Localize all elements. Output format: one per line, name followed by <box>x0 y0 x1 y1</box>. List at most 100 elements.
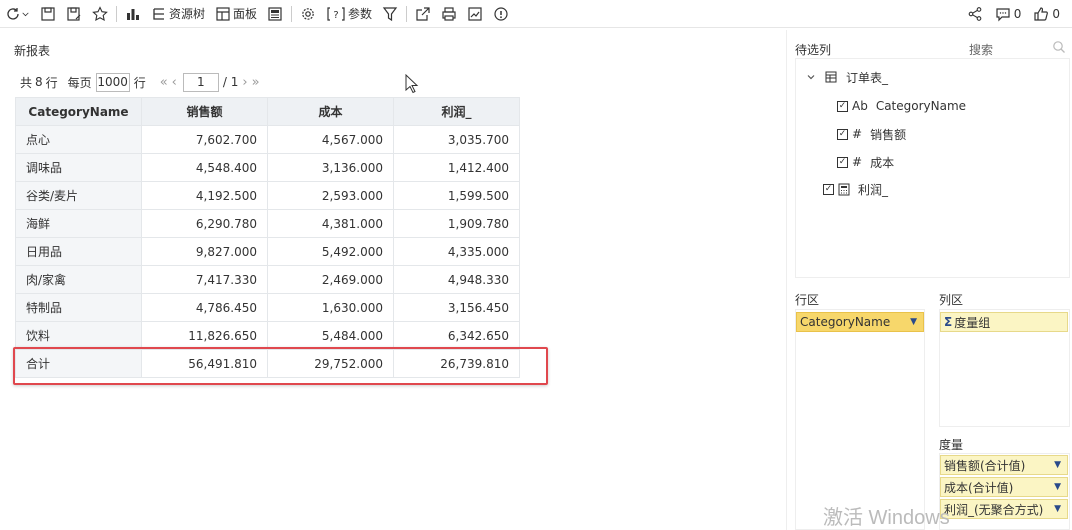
table-cell: 4,381.000 <box>267 209 394 238</box>
table-icon <box>825 71 837 83</box>
column-header[interactable]: 销售额 <box>141 97 268 126</box>
table-cell: 4,548.400 <box>141 153 268 182</box>
total-cell: 29,752.000 <box>267 349 394 378</box>
resource-tree-button[interactable]: 资源树 <box>146 2 210 26</box>
checkbox[interactable]: ✓ <box>823 183 834 195</box>
panel-divider <box>786 30 787 530</box>
measure-chip[interactable]: 销售额(合计值) ▼ <box>940 455 1068 475</box>
tree-node-table[interactable]: 订单表_ <box>806 68 888 86</box>
table-row: 饮料 11,826.650 5,484.000 6,342.650 <box>15 321 520 350</box>
settings-button[interactable] <box>295 2 321 26</box>
table-row: 点心 7,602.700 4,567.000 3,035.700 <box>15 125 520 154</box>
export-button[interactable] <box>410 2 436 26</box>
snapshot-button[interactable] <box>462 2 488 26</box>
table-row: 谷类/麦片 4,192.500 2,593.000 1,599.500 <box>15 181 520 210</box>
table-cell: 谷类/麦片 <box>15 181 142 210</box>
tree-icon <box>153 7 164 20</box>
column-chip-measure-group[interactable]: Σ 度量组 <box>940 312 1068 332</box>
row-zone-label: 行区 <box>795 293 820 307</box>
table-cell: 1,909.780 <box>393 209 520 238</box>
row-zone[interactable] <box>795 309 925 530</box>
per-page-label: 每页 <box>67 75 92 90</box>
total-rows: 8 <box>35 75 43 89</box>
measure-chip[interactable]: 成本(合计值) ▼ <box>940 477 1068 497</box>
save-as-icon <box>67 6 81 21</box>
mouse-cursor-icon <box>405 74 419 94</box>
chip-label: 成本(合计值) <box>944 480 1014 495</box>
toolbar-divider <box>291 5 293 22</box>
table-cell: 1,630.000 <box>267 293 394 322</box>
column-header[interactable]: 利润_ <box>393 97 520 126</box>
column-zone-label: 列区 <box>939 293 964 307</box>
chevron-down-icon[interactable]: ▼ <box>1054 460 1061 470</box>
measure-chip[interactable]: 利润_(无聚合方式) ▼ <box>940 499 1068 519</box>
toolbar-divider <box>116 5 117 22</box>
print-button[interactable] <box>436 2 462 26</box>
info-button[interactable] <box>488 2 514 26</box>
field-label: 成本 <box>870 155 895 170</box>
like-button[interactable]: 0 <box>1027 2 1066 26</box>
save-as-button[interactable] <box>61 2 87 26</box>
prev-page-icon[interactable]: ‹ <box>172 75 177 90</box>
chevron-down-icon <box>22 12 29 16</box>
table-cell: 5,492.000 <box>267 237 394 266</box>
table-row: 海鲜 6,290.780 4,381.000 1,909.780 <box>15 209 520 238</box>
table-cell: 9,827.000 <box>141 237 268 266</box>
refresh-icon <box>7 7 19 20</box>
favorite-button[interactable] <box>87 2 113 26</box>
calc-field-item[interactable]: ✓ 利润_ <box>823 180 888 198</box>
chevron-down-icon[interactable]: ▼ <box>1054 504 1061 514</box>
table-cell: 日用品 <box>15 237 142 266</box>
field-item[interactable]: ✓ # 销售额 <box>837 125 906 143</box>
comment-icon <box>996 8 1010 22</box>
search-input[interactable]: 搜索 <box>969 41 993 58</box>
table-cell: 海鲜 <box>15 209 142 238</box>
first-page-icon[interactable]: « <box>160 75 168 90</box>
page-input[interactable]: 1 <box>182 72 219 92</box>
toolbar-divider <box>406 5 408 22</box>
table-name: 订单表_ <box>846 70 889 85</box>
last-page-icon[interactable]: » <box>252 75 260 90</box>
checkbox[interactable]: ✓ <box>837 156 848 168</box>
checkbox[interactable]: ✓ <box>837 128 848 140</box>
chart-button[interactable] <box>120 2 146 26</box>
table-cell: 特制品 <box>15 293 142 322</box>
table-cell: 3,156.450 <box>393 293 520 322</box>
filter-button[interactable] <box>377 2 403 26</box>
text-field-icon: Ab <box>852 99 868 113</box>
panel-button[interactable]: 面板 <box>210 2 262 26</box>
info-icon <box>494 6 508 21</box>
chevron-down-icon[interactable]: ▼ <box>910 317 917 327</box>
refresh-button[interactable] <box>0 2 35 26</box>
calculator-icon <box>838 183 850 195</box>
params-button[interactable]: ? 参数 <box>321 2 377 26</box>
chevron-down-icon[interactable]: ▼ <box>1054 482 1061 492</box>
table-row: 日用品 9,827.000 5,492.000 4,335.000 <box>15 237 520 266</box>
save-button[interactable] <box>35 2 61 26</box>
chevron-down-icon <box>807 75 815 80</box>
table-cell: 调味品 <box>15 153 142 182</box>
per-page-input[interactable]: 1000 <box>95 72 130 92</box>
table-cell: 7,417.330 <box>141 265 268 294</box>
chip-label: 利润_(无聚合方式) <box>944 502 1044 517</box>
checkbox[interactable]: ✓ <box>837 100 848 112</box>
field-item[interactable]: ✓ # 成本 <box>837 153 894 171</box>
total-cell: 26,739.810 <box>393 349 520 378</box>
column-header[interactable]: CategoryName <box>15 97 142 126</box>
search-icon[interactable] <box>1052 40 1066 54</box>
next-page-icon[interactable]: › <box>242 75 247 90</box>
measure-zone-label: 度量 <box>939 438 964 452</box>
table-row: 调味品 4,548.400 3,136.000 1,412.400 <box>15 153 520 182</box>
comment-button[interactable]: 0 <box>989 2 1028 26</box>
column-header[interactable]: 成本 <box>267 97 394 126</box>
layout-button[interactable] <box>262 2 288 26</box>
field-label: 销售额 <box>870 127 907 142</box>
export-icon <box>416 6 430 21</box>
total-suffix: 行 <box>45 75 58 90</box>
filter-icon <box>382 6 398 21</box>
share-button[interactable] <box>961 2 989 26</box>
toolbar-right: 0 0 <box>961 0 1066 28</box>
windows-activation-watermark: 激活 Windows <box>823 507 950 529</box>
field-item[interactable]: ✓ Ab CategoryName <box>837 97 966 115</box>
row-chip-categoryname[interactable]: CategoryName ▼ <box>796 312 924 332</box>
